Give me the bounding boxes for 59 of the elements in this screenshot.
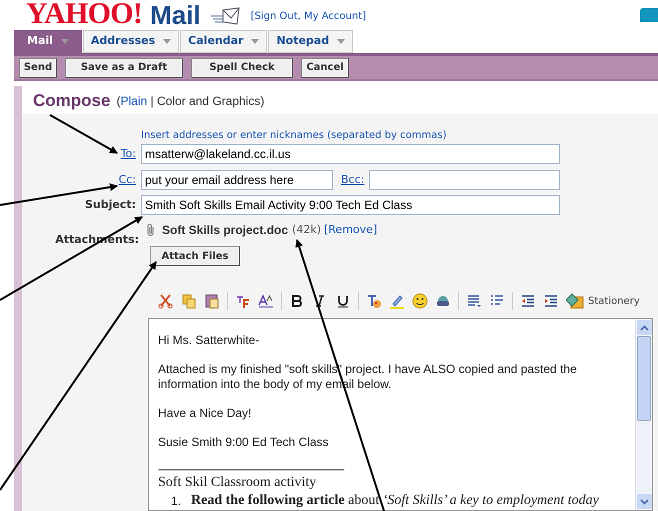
tab[interactable]: Addresses [82, 30, 180, 54]
cc-field[interactable]: put your email address here [141, 170, 333, 190]
tab[interactable]: Notepad [268, 30, 354, 54]
attachment-size: (42k) [292, 222, 321, 238]
stationery-icon [566, 293, 584, 309]
toolbar-button[interactable]: Cancel [301, 58, 349, 78]
underline-icon[interactable] [335, 293, 351, 309]
field-label-link[interactable]: To: [120, 146, 136, 162]
address-hint: Insert addresses or enter nicknames (separated by commas) [141, 131, 446, 141]
attach-files-button[interactable]: Attach Files [150, 246, 240, 266]
text-color-icon[interactable] [366, 293, 382, 309]
field-label-link[interactable]: Cc: [118, 172, 136, 188]
toolbar-button[interactable]: Save as a Draft [65, 58, 183, 78]
annotation-arrow [50, 114, 118, 154]
scrollbar[interactable] [635, 319, 652, 510]
outdent-icon[interactable] [520, 293, 536, 309]
message-body-editor[interactable] [148, 318, 653, 511]
highlighter-icon[interactable] [389, 293, 405, 309]
product-name: Mail [150, 2, 201, 28]
envelope-icon [208, 6, 241, 26]
copy-icon[interactable] [181, 293, 197, 309]
indent-icon[interactable] [543, 293, 559, 309]
tab[interactable]: Calendar [180, 30, 268, 54]
bcc-field[interactable] [369, 170, 560, 190]
tab[interactable]: Mail [14, 30, 82, 54]
scroll-thumb[interactable] [637, 336, 651, 421]
smiley-icon[interactable] [412, 293, 428, 309]
align-icon[interactable] [466, 293, 482, 309]
account-links[interactable]: [Sign Out, My Account] [250, 9, 366, 24]
body-text: Hi Ms. Satterwhite- [158, 333, 260, 348]
list-number: 1. [171, 493, 182, 510]
dropdown-caret-icon[interactable] [163, 39, 172, 44]
stationery-button[interactable]: Stationery [566, 293, 640, 309]
scroll-down-icon[interactable] [636, 494, 652, 509]
compose-title: Compose [33, 90, 110, 112]
body-text: Have a Nice Day! [158, 406, 252, 421]
format-mode-links: (Plain | Color and Graphics) [116, 93, 264, 110]
dashed-line: -------------------------------------------------------------- [158, 464, 346, 474]
to-field[interactable]: msatterw@lakeland.cc.il.us [141, 144, 560, 164]
body-text: Susie Smith 9:00 Ed Tech Class [158, 435, 330, 450]
attachment-name: Soft Skills project.doc [162, 222, 288, 239]
scroll-up-icon[interactable] [636, 320, 652, 335]
toolbar-button[interactable]: Spell Check [191, 58, 293, 78]
dropdown-caret-icon[interactable] [251, 39, 260, 44]
toolbar-button[interactable]: Send [19, 58, 57, 78]
paperclip-icon [146, 223, 156, 237]
field-label-link[interactable]: Bcc: [341, 172, 366, 188]
remove-link[interactable]: [Remove] [324, 222, 378, 238]
logo-text: YAHOO! [26, 0, 142, 28]
font-size-icon[interactable] [258, 293, 274, 309]
subject-field[interactable]: Smith Soft Skills Email Activity 9:00 Tech Ed Class [141, 195, 560, 215]
cut-icon[interactable] [158, 293, 174, 309]
paste-icon[interactable] [204, 293, 220, 309]
bold-icon[interactable] [289, 293, 305, 309]
header-badge [640, 8, 658, 22]
dropdown-caret-icon[interactable] [337, 39, 346, 44]
body-heading: Soft Skil Classroom activity [158, 474, 318, 492]
field-label: Subject: [84, 196, 136, 213]
list-item-text: Read the following article about ‘Soft Skills’ a key to employment today [191, 492, 599, 510]
